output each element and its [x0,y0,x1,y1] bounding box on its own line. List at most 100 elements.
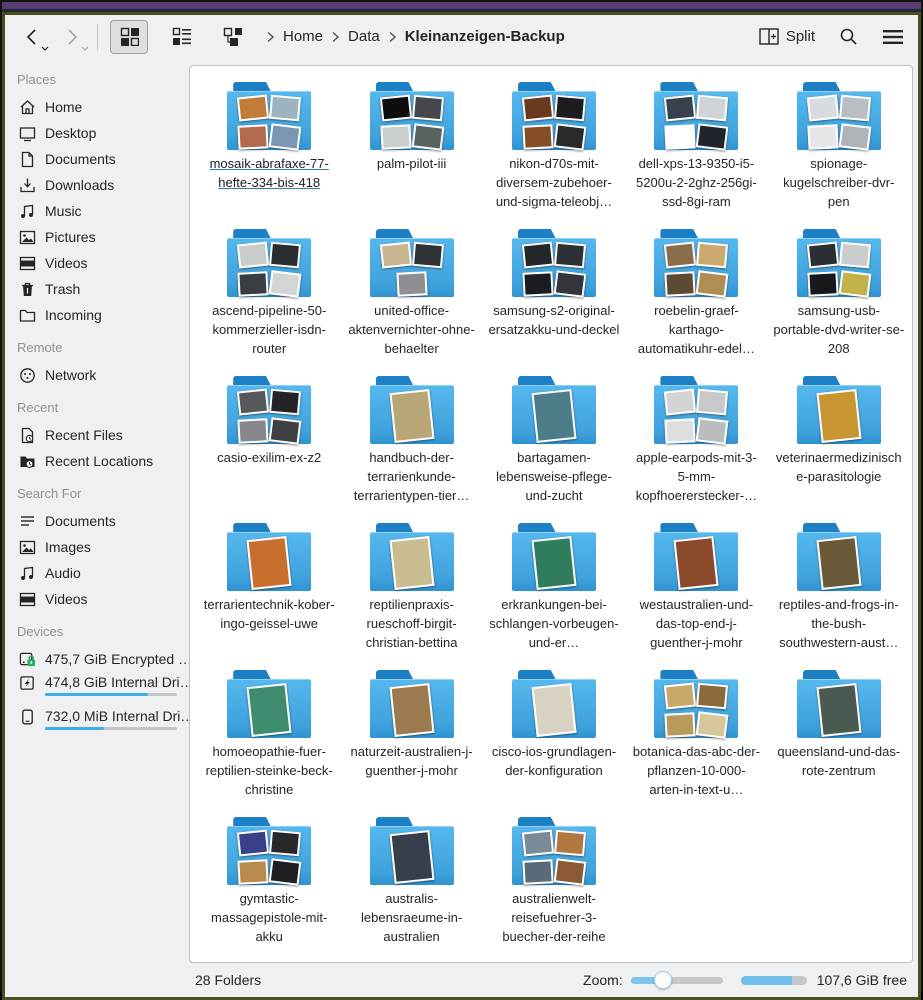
folder-item[interactable]: terrarientechnik-kober-ingo-geissel-uwe [198,517,340,664]
photo-thumbnail [238,418,269,444]
sidebar-item-label: Videos [45,255,88,271]
sidebar-section: Places Home Desktop Documents Downloads … [15,66,189,328]
photo-thumbnail [807,241,839,268]
breadcrumb-item-home[interactable]: Home [277,24,329,49]
photo-thumbnail [838,270,871,297]
sidebar-item-documents[interactable]: Documents [15,508,189,534]
folder-item[interactable]: apple-earpods-mit-3-5-mm-kopfhoerersteck… [625,370,767,517]
photo-thumbnail [238,271,269,297]
photo-thumbnail [237,241,269,268]
folder-item[interactable]: samsung-s2-original-ersatzakku-und-decke… [483,223,625,370]
sidebar-item-videos[interactable]: Videos [15,250,189,276]
photo-thumbnail [554,94,586,121]
folder-item[interactable]: westaustralien-und-das-top-end-j-guenthe… [625,517,767,664]
drive-internal-icon [19,674,36,691]
breadcrumb-item-data[interactable]: Data [342,24,386,49]
folder-item[interactable]: gymtastic-massagepistole-mit-akku [198,811,340,958]
folder-item[interactable]: homoeopathie-fuer-reptilien-steinke-beck… [198,664,340,811]
folder-item[interactable]: united-office-aktenvernichter-ohne-behae… [340,223,482,370]
zoom-label: Zoom: [583,972,623,988]
photo-thumbnail [411,123,444,150]
photo-thumbnail [269,858,302,885]
folder-item[interactable]: reptilienpraxis-rueschoff-birgit-christi… [340,517,482,664]
folder-icon [227,82,311,150]
tree-view-button[interactable] [214,20,252,54]
folder-item[interactable]: cisco-ios-grundlagen-der-konfiguration [483,664,625,811]
hamburger-menu-button[interactable] [878,21,908,53]
back-button[interactable] [19,21,45,53]
photo-thumbnail [664,682,696,709]
recent-file-icon [19,427,36,444]
photo-thumbnail [269,388,301,415]
breadcrumb-item-kleinanzeigen-backup[interactable]: Kleinanzeigen-Backup [399,24,571,49]
sidebar-item-label: Images [45,539,91,555]
folder-item[interactable]: veterinaermedizinische-parasitologie [768,370,910,517]
music-icon [19,203,36,220]
folder-item[interactable]: nikon-d70s-mit-diversem-zubehoer-und-sig… [483,76,625,223]
sidebar-item-label: 474,8 GiB Internal Dri… [45,674,189,690]
sidebar-item-incoming[interactable]: Incoming [15,302,189,328]
sidebar-item-images[interactable]: Images [15,534,189,560]
search-button[interactable] [835,21,862,53]
sidebar-item-recent-files[interactable]: Recent Files [15,422,189,448]
network-icon [19,367,36,384]
zoom-slider-handle[interactable] [654,971,672,989]
details-view-button[interactable] [162,20,200,54]
folder-item[interactable]: reptiles-and-frogs-in-the-bush-southwest… [768,517,910,664]
folder-item[interactable]: naturzeit-australien-j-guenther-j-mohr [340,664,482,811]
photo-thumbnail [396,271,427,297]
sidebar-item-trash[interactable]: Trash [15,276,189,302]
photo-thumbnail [522,94,554,121]
sidebar-item-label: 475,7 GiB Encrypted … [45,651,189,667]
folder-item[interactable]: samsung-usb-portable-dvd-writer-se-208 [768,223,910,370]
folder-item[interactable]: casio-exilim-ex-z2 [198,370,340,517]
icons-view-icon [120,27,139,46]
sidebar-item-recent-locations[interactable]: Recent Locations [15,448,189,474]
sidebar-item-474-8-gib-internal-dri[interactable]: 474,8 GiB Internal Dri… [15,672,189,706]
sidebar-item-documents[interactable]: Documents [15,146,189,172]
folder-icon [797,523,881,591]
photo-thumbnail [389,536,434,590]
photo-thumbnail [247,683,292,737]
sidebar-item-network[interactable]: Network [15,362,189,388]
folder-icon [227,670,311,738]
folder-item[interactable]: australienwelt-reisefuehrer-3-buecher-de… [483,811,625,958]
hamburger-icon [882,29,904,45]
folder-item[interactable]: spionage-kugelschreiber-dvr-pen [768,76,910,223]
photo-thumbnail [522,271,553,297]
icons-view-button[interactable] [110,20,148,54]
sidebar-item-audio[interactable]: Audio [15,560,189,586]
zoom-slider[interactable] [631,971,723,989]
sidebar-item-desktop[interactable]: Desktop [15,120,189,146]
back-dropdown-caret[interactable] [41,46,49,51]
sidebar-item-home[interactable]: Home [15,94,189,120]
folder-item[interactable]: ascend-pipeline-50-kommerzieller-isdn-ro… [198,223,340,370]
sidebar-item-pictures[interactable]: Pictures [15,224,189,250]
forward-button[interactable] [59,21,85,53]
folder-item[interactable]: roebelin-graef-karthago-automatikuhr-ede… [625,223,767,370]
breadcrumb-chevron-icon [331,31,340,43]
folder-item[interactable]: queensland-und-das-rote-zentrum [768,664,910,811]
folder-item[interactable]: dell-xps-13-9350-i5-5200u-2-2ghz-256gi-s… [625,76,767,223]
sidebar-item-475-7-gib-encrypted[interactable]: 475,7 GiB Encrypted … [15,646,189,672]
photo-thumbnail [269,829,301,856]
sidebar-item-videos[interactable]: Videos [15,586,189,612]
folder-item[interactable]: erkrankungen-bei-schlangen-vorbeugen-und… [483,517,625,664]
folder-label: veterinaermedizinische-parasitologie [773,448,905,486]
sidebar-item-music[interactable]: Music [15,198,189,224]
folder-item[interactable]: bartagamen-lebensweise-pflege-und-zucht [483,370,625,517]
folder-item[interactable]: handbuch-der-terrarienkunde-terrarientyp… [340,370,482,517]
folder-item[interactable]: palm-pilot-iii [340,76,482,223]
folder-item[interactable]: botanica-das-abc-der-pflanzen-10-000-art… [625,664,767,811]
sidebar-item-downloads[interactable]: Downloads [15,172,189,198]
folder-label: ascend-pipeline-50-kommerzieller-isdn-ro… [203,301,335,358]
folder-item[interactable]: australis-lebensraeume-in-australien [340,811,482,958]
split-button[interactable]: Split [755,21,819,53]
forward-dropdown-caret[interactable] [81,46,89,51]
sidebar-item-732-0-mib-internal-dri[interactable]: 732,0 MiB Internal Dri… [15,706,189,740]
sidebar-item-label: Trash [45,281,80,297]
photo-thumbnail [696,711,729,738]
folder-item[interactable]: mosaik-abrafaxe-77-hefte-334-bis-418 [198,76,340,223]
sidebar-item-label: Downloads [45,177,114,193]
folder-label: mosaik-abrafaxe-77-hefte-334-bis-418 [203,154,335,192]
